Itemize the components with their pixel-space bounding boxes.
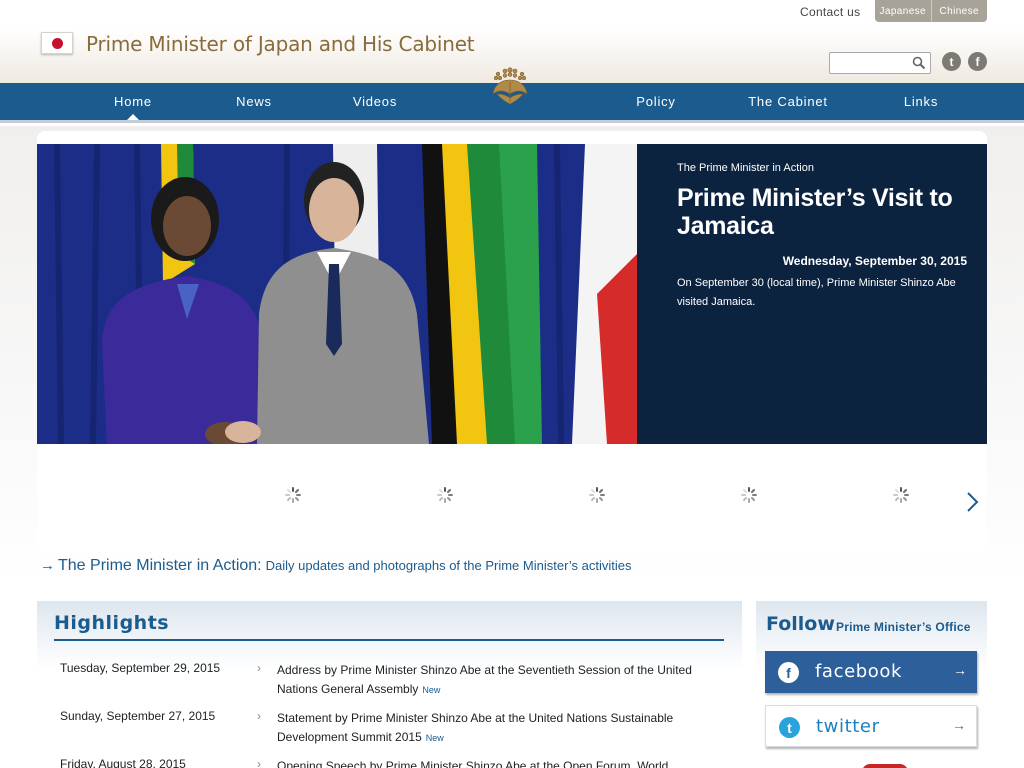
pm-in-action-link[interactable]: → The Prime Minister in Action: Daily up… bbox=[40, 557, 632, 575]
twitter-icon: t bbox=[779, 717, 800, 738]
highlight-date: Sunday, September 27, 2015 bbox=[60, 709, 216, 723]
highlight-link[interactable]: Address by Prime Minister Shinzo Abe at … bbox=[277, 661, 717, 700]
highlights-title: Highlights bbox=[54, 612, 170, 634]
hero-description: On September 30 (local time), Prime Mini… bbox=[677, 277, 956, 308]
arrow-right-icon: → bbox=[40, 557, 55, 574]
arrow-right-icon: → bbox=[953, 662, 967, 678]
loading-spinner-icon bbox=[893, 487, 909, 503]
highlights-divider bbox=[54, 639, 724, 641]
hero-photo[interactable] bbox=[37, 144, 637, 444]
hero-caption-panel[interactable]: The Prime Minister in Action Prime Minis… bbox=[637, 144, 987, 444]
carousel-next-arrow-icon[interactable] bbox=[963, 490, 981, 514]
highlight-link[interactable]: Opening Speech by Prime Minister Shinzo … bbox=[277, 757, 717, 768]
highlight-text: Statement by Prime Minister Shinzo Abe a… bbox=[277, 711, 674, 744]
loading-spinner-icon bbox=[741, 487, 757, 503]
contact-us-link[interactable]: Contact us bbox=[800, 5, 860, 19]
nav-news[interactable]: News bbox=[224, 83, 284, 120]
facebook-icon: f bbox=[778, 662, 799, 683]
facebook-icon[interactable]: f bbox=[968, 52, 987, 71]
thumbnail-carousel bbox=[218, 444, 958, 544]
language-switcher: Japanese Chinese bbox=[875, 0, 987, 22]
twitter-follow-button[interactable]: t twitter → bbox=[765, 705, 977, 747]
nav-videos[interactable]: Videos bbox=[340, 83, 410, 120]
language-chinese-button[interactable]: Chinese bbox=[930, 0, 988, 22]
facebook-follow-button[interactable]: f facebook → bbox=[765, 651, 977, 693]
language-japanese-button[interactable]: Japanese bbox=[875, 0, 931, 22]
twitter-label: twitter bbox=[816, 716, 880, 737]
nav-links[interactable]: Links bbox=[893, 83, 949, 120]
pm-in-action-label: The Prime Minister in Action: bbox=[58, 557, 262, 574]
chevron-right-icon: › bbox=[257, 661, 261, 675]
youtube-button-edge[interactable] bbox=[862, 764, 908, 768]
highlight-text: Address by Prime Minister Shinzo Abe at … bbox=[277, 663, 692, 696]
loading-spinner-icon bbox=[285, 487, 301, 503]
follow-subtitle: Prime Minister’s Office bbox=[836, 620, 971, 634]
hero-title[interactable]: Prime Minister’s Visit to Jamaica bbox=[677, 184, 967, 240]
loading-spinner-icon bbox=[589, 487, 605, 503]
nav-home[interactable]: Home bbox=[98, 83, 168, 120]
highlight-date: Friday, August 28, 2015 bbox=[60, 757, 186, 768]
pm-in-action-subtitle: Daily updates and photographs of the Pri… bbox=[265, 558, 632, 573]
twitter-icon[interactable]: t bbox=[942, 52, 961, 71]
arrow-right-icon: → bbox=[952, 717, 966, 733]
search-icon[interactable] bbox=[912, 56, 926, 70]
nav-policy[interactable]: Policy bbox=[625, 83, 687, 120]
hero-date: Wednesday, September 30, 2015 bbox=[782, 254, 967, 268]
highlight-text: Opening Speech by Prime Minister Shinzo … bbox=[277, 759, 669, 768]
facebook-label: facebook bbox=[815, 661, 903, 682]
highlight-link[interactable]: Statement by Prime Minister Shinzo Abe a… bbox=[277, 709, 717, 748]
follow-section: Follow Prime Minister’s Office f faceboo… bbox=[756, 601, 987, 768]
highlights-section: Highlights Tuesday, September 29, 2015 ›… bbox=[37, 601, 742, 768]
loading-spinner-icon bbox=[437, 487, 453, 503]
search-input[interactable] bbox=[834, 54, 912, 72]
site-title[interactable]: Prime Minister of Japan and His Cabinet bbox=[86, 32, 475, 56]
search-box bbox=[829, 52, 931, 74]
nav-the-cabinet[interactable]: The Cabinet bbox=[740, 83, 836, 120]
chevron-right-icon: › bbox=[257, 757, 261, 768]
follow-title: Follow bbox=[766, 613, 835, 635]
chevron-right-icon: › bbox=[257, 709, 261, 723]
new-badge: New bbox=[422, 685, 441, 695]
japan-flag-logo[interactable] bbox=[41, 32, 73, 54]
paulownia-emblem-icon[interactable] bbox=[488, 64, 532, 108]
highlight-date: Tuesday, September 29, 2015 bbox=[60, 661, 221, 675]
hero-kicker: The Prime Minister in Action bbox=[677, 162, 814, 174]
new-badge: New bbox=[425, 733, 444, 743]
